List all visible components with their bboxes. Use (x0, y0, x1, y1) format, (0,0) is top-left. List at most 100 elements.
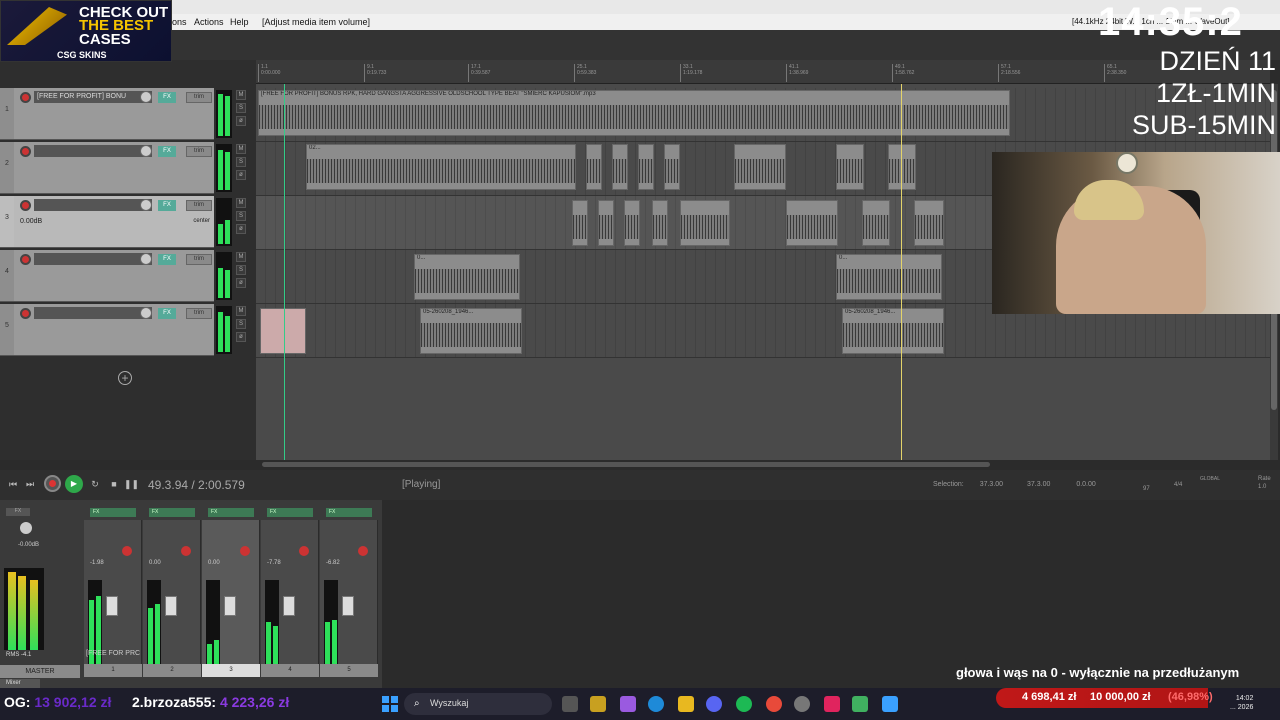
phase-button[interactable]: ø (236, 278, 246, 288)
track-header-2[interactable]: FX trim (14, 142, 214, 194)
track-name[interactable] (34, 307, 152, 319)
bpm-readout[interactable]: 97 (1143, 486, 1150, 492)
automation-mode-button[interactable]: trim (186, 92, 212, 103)
strip-fader[interactable] (342, 596, 354, 616)
mute-button[interactable]: M (236, 198, 246, 208)
mute-button[interactable]: M (236, 252, 246, 262)
solo-button[interactable]: S (236, 265, 246, 275)
track-name[interactable] (34, 145, 152, 157)
media-item[interactable] (624, 200, 640, 246)
track-name[interactable]: [FREE FOR PROFIT] BONU (34, 91, 152, 103)
fx-button[interactable]: FX (158, 92, 176, 103)
media-item[interactable] (734, 144, 786, 190)
repeat-icon[interactable]: ↻ (88, 477, 102, 491)
strip-label[interactable]: 1 (84, 664, 142, 677)
task-view-icon[interactable] (562, 696, 578, 712)
add-track-icon[interactable]: + (118, 371, 132, 385)
media-item[interactable] (786, 200, 838, 246)
go-to-start-icon[interactable]: ⏮ (6, 477, 20, 491)
media-item[interactable] (598, 200, 614, 246)
media-item[interactable]: 05-260208_1946... (420, 308, 522, 354)
media-item[interactable] (836, 144, 864, 190)
strip-fader[interactable] (106, 596, 118, 616)
strip-label[interactable]: 2 (143, 664, 201, 677)
selection-length[interactable]: 0.0.00 (1076, 481, 1095, 488)
fx-button[interactable]: FX (158, 308, 176, 319)
selection-start[interactable]: 37.3.00 (980, 481, 1003, 488)
tiktok-icon[interactable] (824, 696, 840, 712)
media-item[interactable] (638, 144, 654, 190)
track-header-5[interactable]: FX trim (14, 304, 214, 356)
record-arm-button[interactable] (20, 92, 31, 103)
mixer-strip-4[interactable]: FX -7.78 (261, 508, 319, 670)
master-fx-button[interactable]: FX (6, 508, 30, 516)
mixer-fx-slot[interactable]: FX (267, 508, 313, 517)
menu-actions[interactable]: Actions (194, 17, 224, 27)
time-position[interactable]: 49.3.94 / 2:00.579 (148, 478, 245, 492)
explorer-icon[interactable] (678, 696, 694, 712)
automation-mode-button[interactable]: trim (186, 254, 212, 265)
edge-icon[interactable] (648, 696, 664, 712)
automation-mode-button[interactable]: trim (186, 308, 212, 319)
pause-icon[interactable]: ❚❚ (124, 477, 139, 491)
fx-button[interactable]: FX (158, 146, 176, 157)
media-item[interactable] (888, 144, 916, 190)
stop-icon[interactable]: ■ (107, 477, 121, 491)
mixer-record-arm[interactable] (122, 546, 132, 556)
strip-fader[interactable] (165, 596, 177, 616)
fx-button[interactable]: FX (158, 200, 176, 211)
phase-button[interactable]: ø (236, 224, 246, 234)
mixer-fx-slot[interactable]: FX (326, 508, 372, 517)
store-icon[interactable] (590, 696, 606, 712)
record-arm-button[interactable] (20, 200, 31, 211)
solo-button[interactable]: S (236, 157, 246, 167)
play-button[interactable]: ▶ (65, 475, 83, 493)
volume-knob[interactable] (140, 145, 152, 157)
settings-icon[interactable] (794, 696, 810, 712)
mixer-record-arm[interactable] (240, 546, 250, 556)
media-item[interactable] (914, 200, 944, 246)
mixer-fx-slot[interactable]: FX (149, 508, 195, 517)
discord-icon[interactable] (706, 696, 722, 712)
notepad-icon[interactable] (882, 696, 898, 712)
automation-mode-button[interactable]: trim (186, 146, 212, 157)
record-arm-button[interactable] (20, 308, 31, 319)
mixer-strip-5[interactable]: FX -6.82 (320, 508, 378, 670)
mute-button[interactable]: M (236, 306, 246, 316)
mixer-strip-3[interactable]: FX 0.00 (202, 508, 260, 670)
record-button[interactable] (44, 475, 61, 492)
record-arm-button[interactable] (20, 254, 31, 265)
menu-help[interactable]: Help (230, 17, 249, 27)
track-name[interactable] (34, 253, 152, 265)
mixer-fx-slot[interactable]: FX (208, 508, 254, 517)
strip-label[interactable]: 3 (202, 664, 260, 677)
track-header-4[interactable]: FX trim (14, 250, 214, 302)
solo-button[interactable]: S (236, 211, 246, 221)
media-item[interactable]: 02... (306, 144, 576, 190)
menu-options[interactable]: ons (172, 17, 187, 27)
track-header-1[interactable]: [FREE FOR PROFIT] BONU FX trim (14, 88, 214, 140)
mixer-strip-2[interactable]: FX 0.00 (143, 508, 201, 670)
mixer-strip-1[interactable]: FX -1.98 (84, 508, 142, 670)
media-item[interactable] (652, 200, 668, 246)
master-pan-knob[interactable] (20, 522, 32, 534)
volume-knob[interactable] (140, 199, 152, 211)
media-item[interactable] (664, 144, 680, 190)
system-clock[interactable]: 14:02 ... 2026 (1230, 694, 1253, 712)
mute-button[interactable]: M (236, 144, 246, 154)
solo-button[interactable]: S (236, 103, 246, 113)
media-item[interactable] (680, 200, 730, 246)
rate-value[interactable]: 1.0 (1258, 484, 1266, 490)
media-item[interactable] (260, 308, 306, 354)
windows-start-icon[interactable] (382, 696, 398, 712)
record-arm-button[interactable] (20, 146, 31, 157)
media-item[interactable] (862, 200, 890, 246)
go-to-end-icon[interactable]: ⏭ (23, 477, 37, 491)
selection-end[interactable]: 37.3.00 (1027, 481, 1050, 488)
strip-fader[interactable] (224, 596, 236, 616)
media-item[interactable] (612, 144, 628, 190)
time-signature[interactable]: 4/4 (1174, 482, 1182, 488)
mixer-record-arm[interactable] (358, 546, 368, 556)
track-header-3[interactable]: FX trim 0.00dB center (14, 196, 214, 248)
mute-button[interactable]: M (236, 90, 246, 100)
